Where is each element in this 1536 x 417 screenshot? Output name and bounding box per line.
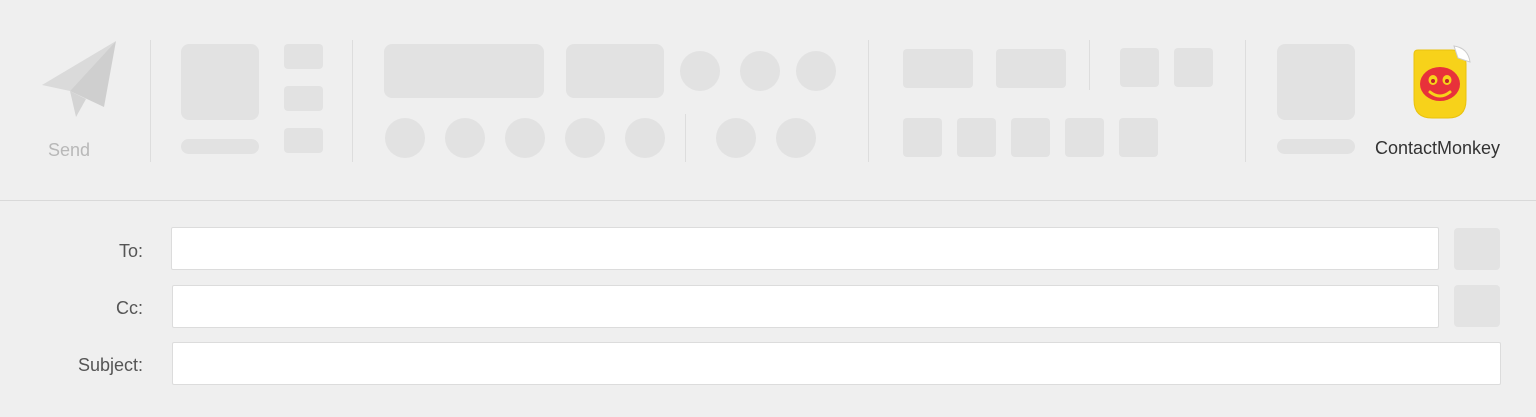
ribbon-round-button-placeholder[interactable] — [680, 51, 720, 91]
ribbon-round-button-placeholder[interactable] — [565, 118, 605, 158]
send-label: Send — [48, 140, 91, 160]
ribbon-round-button-placeholder[interactable] — [625, 118, 665, 158]
ribbon-button-placeholder[interactable] — [903, 49, 973, 88]
ribbon-round-button-placeholder[interactable] — [740, 51, 780, 91]
ribbon-round-button-placeholder[interactable] — [716, 118, 756, 158]
ribbon-separator — [150, 40, 151, 162]
contactmonkey-label: ContactMonkey — [1375, 138, 1501, 158]
ribbon-label-placeholder — [181, 139, 259, 154]
ribbon-button-placeholder[interactable] — [1174, 48, 1213, 87]
ribbon-round-button-placeholder[interactable] — [796, 51, 836, 91]
send-button[interactable]: Send — [28, 30, 116, 170]
ribbon-toolbar: Send ContactMonkey — [0, 0, 1536, 201]
to-address-book-button[interactable] — [1454, 228, 1500, 270]
to-field[interactable] — [171, 227, 1439, 270]
ribbon-button-placeholder[interactable] — [284, 128, 323, 153]
ribbon-button-placeholder[interactable] — [903, 118, 942, 157]
to-label: To: — [118, 241, 143, 261]
ribbon-button-placeholder[interactable] — [996, 49, 1066, 88]
contactmonkey-button[interactable]: ContactMonkey — [1368, 40, 1518, 170]
ribbon-button-placeholder[interactable] — [1120, 48, 1159, 87]
subject-label: Subject: — [77, 355, 143, 375]
ribbon-round-button-placeholder[interactable] — [385, 118, 425, 158]
ribbon-button-placeholder[interactable] — [1011, 118, 1050, 157]
ribbon-separator — [352, 40, 353, 162]
ribbon-button-placeholder[interactable] — [181, 44, 259, 120]
ribbon-dropdown-placeholder[interactable] — [566, 44, 664, 98]
ribbon-button-placeholder[interactable] — [957, 118, 996, 157]
ribbon-button-placeholder[interactable] — [1119, 118, 1158, 157]
ribbon-dropdown-placeholder[interactable] — [384, 44, 544, 98]
ribbon-round-button-placeholder[interactable] — [445, 118, 485, 158]
ribbon-button-placeholder[interactable] — [1065, 118, 1104, 157]
ribbon-separator — [868, 40, 869, 162]
ribbon-button-placeholder[interactable] — [284, 44, 323, 69]
ribbon-label-placeholder — [1277, 139, 1355, 154]
cc-address-book-button[interactable] — [1454, 285, 1500, 327]
ribbon-round-button-placeholder[interactable] — [776, 118, 816, 158]
ribbon-separator — [685, 114, 686, 162]
ribbon-button-placeholder[interactable] — [284, 86, 323, 111]
ribbon-separator — [1089, 40, 1090, 90]
subject-field[interactable] — [172, 342, 1501, 385]
paper-plane-icon — [42, 41, 116, 117]
cc-label: Cc: — [116, 298, 143, 318]
ribbon-button-placeholder[interactable] — [1277, 44, 1355, 120]
contactmonkey-logo-icon — [1413, 45, 1471, 119]
ribbon-round-button-placeholder[interactable] — [505, 118, 545, 158]
ribbon-separator — [1245, 40, 1246, 162]
cc-field[interactable] — [172, 285, 1439, 328]
